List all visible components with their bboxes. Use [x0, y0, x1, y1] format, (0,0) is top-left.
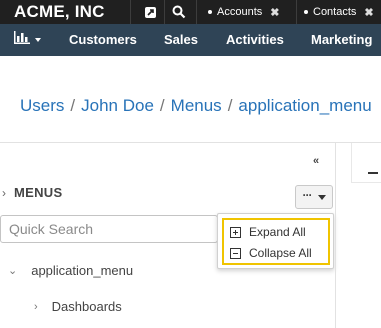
nav-item-activities[interactable]: Activities	[226, 24, 284, 56]
nav-item-marketing[interactable]: Marketing	[311, 24, 372, 56]
ellipsis-icon: ···	[302, 188, 313, 202]
main-nav: Customers Sales Activities Marketing	[0, 24, 381, 56]
menus-panel: « › MENUS ··· Expand All Collapse All ⌄ …	[0, 142, 335, 328]
collapse-all-label: Collapse All	[249, 246, 312, 260]
brand-logo[interactable]: ACME, INC	[14, 2, 105, 22]
breadcrumb: Users / John Doe / Menus / application_menu	[20, 96, 372, 116]
expand-all-label: Expand All	[249, 225, 306, 239]
pinned-tab-label: Contacts	[313, 6, 357, 18]
dashboard-dropdown[interactable]	[14, 31, 41, 49]
plus-square-icon	[230, 226, 241, 238]
collapse-all-item[interactable]: Collapse All	[230, 243, 312, 263]
pinned-tab-label: Accounts	[217, 6, 263, 18]
quick-search-input[interactable]	[0, 215, 218, 243]
bullet-icon	[304, 10, 308, 14]
chevron-right-icon[interactable]: ›	[34, 301, 38, 313]
breadcrumb-users[interactable]: Users	[20, 96, 64, 115]
bullet-icon	[208, 10, 212, 14]
collapse-sidebar-icon[interactable]: «	[313, 155, 319, 167]
breadcrumb-separator: /	[159, 96, 165, 115]
divider	[164, 0, 165, 24]
divider	[296, 0, 297, 24]
tab-indicator	[368, 172, 378, 174]
breadcrumb-separator: /	[70, 96, 76, 115]
caret-down-icon	[317, 194, 326, 200]
external-link-icon[interactable]	[144, 5, 158, 19]
tree-node-application-menu[interactable]: ⌄ application_menu	[8, 263, 133, 278]
content-tab[interactable]	[351, 143, 381, 183]
menus-section-header[interactable]: › MENUS	[2, 185, 62, 200]
divider	[130, 0, 131, 24]
pinned-tab-contacts[interactable]: Contacts ✖	[304, 0, 374, 24]
nav-item-customers[interactable]: Customers	[69, 24, 137, 56]
close-icon[interactable]: ✖	[270, 6, 279, 19]
breadcrumb-separator: /	[227, 96, 233, 115]
tree-node-label: application_menu	[31, 263, 134, 278]
minus-square-icon	[230, 247, 241, 259]
expand-all-item[interactable]: Expand All	[230, 222, 306, 242]
close-icon[interactable]: ✖	[364, 6, 373, 19]
more-actions-button[interactable]: ···	[295, 185, 333, 209]
breadcrumb-application-menu[interactable]: application_menu	[238, 96, 371, 115]
chevron-down-icon	[35, 38, 41, 42]
top-bar: ACME, INC Accounts ✖ Contacts ✖	[0, 0, 381, 24]
chevron-right-icon: ›	[2, 185, 6, 200]
bar-chart-icon	[14, 31, 30, 49]
tree-node-dashboards[interactable]: › Dashboards	[34, 299, 122, 314]
actions-dropdown: Expand All Collapse All	[217, 213, 334, 269]
breadcrumb-menus[interactable]: Menus	[171, 96, 222, 115]
chevron-down-icon[interactable]: ⌄	[8, 264, 17, 277]
menus-title: MENUS	[14, 185, 63, 200]
content-area	[335, 142, 381, 328]
divider	[196, 0, 197, 24]
tree-node-label: Dashboards	[51, 299, 122, 314]
nav-item-sales[interactable]: Sales	[164, 24, 198, 56]
pinned-tab-accounts[interactable]: Accounts ✖	[208, 0, 279, 24]
search-icon[interactable]	[172, 5, 186, 19]
breadcrumb-john-doe[interactable]: John Doe	[81, 96, 154, 115]
